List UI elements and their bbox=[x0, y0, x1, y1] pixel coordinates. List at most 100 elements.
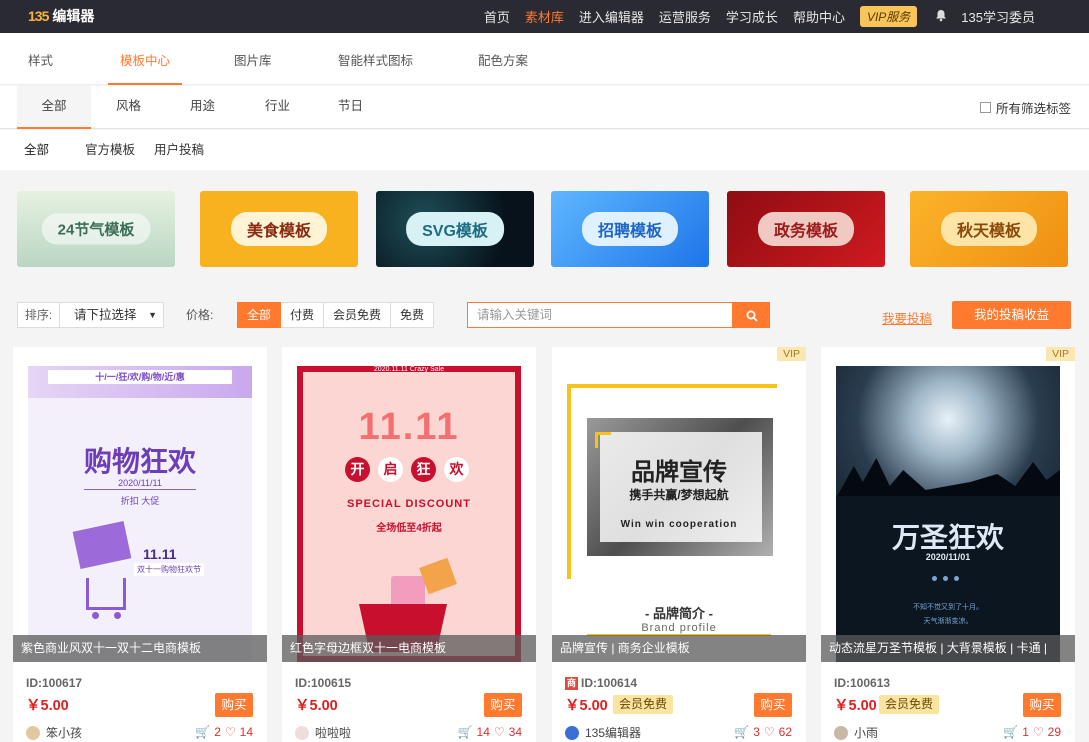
vip-service-button[interactable]: VIP服务 bbox=[859, 6, 918, 27]
tab-color-schemes[interactable]: 配色方案 bbox=[478, 33, 528, 85]
search-button[interactable] bbox=[733, 302, 770, 328]
tab-template-center[interactable]: 模板中心 bbox=[107, 33, 183, 85]
thumb-sub: 折扣 大促 bbox=[120, 496, 160, 506]
thumb-title: 万圣狂欢 bbox=[891, 522, 1004, 553]
nav-operations[interactable]: 运营服务 bbox=[659, 7, 711, 26]
price-all-button[interactable]: 全部 bbox=[237, 302, 282, 328]
vip-tag: VIP bbox=[1046, 347, 1075, 361]
template-price: ￥5.00 bbox=[26, 698, 69, 714]
author-name: 小雨 bbox=[854, 726, 879, 740]
all-filter-tags-checkbox[interactable]: 所有筛选标签 bbox=[979, 98, 1071, 117]
banner-label: 政务模板 bbox=[757, 212, 855, 246]
author[interactable]: 小雨 bbox=[834, 724, 878, 741]
author-name: 135编辑器 bbox=[585, 726, 642, 740]
tab-styles[interactable]: 样式 bbox=[28, 33, 53, 85]
thumb-small2: 天气渐渐变凉。 bbox=[923, 618, 973, 625]
nav-learning[interactable]: 学习成长 bbox=[726, 7, 778, 26]
template-thumbnail[interactable]: 品牌宣传 携手共赢/梦想起航 Win win cooperation - 品牌简… bbox=[567, 366, 791, 662]
tab-official-templates[interactable]: 官方模板 bbox=[85, 130, 135, 170]
author[interactable]: 笨小孩 bbox=[26, 724, 82, 741]
template-thumbnail[interactable]: 2020.11.11 Crazy Sale 11.11 开 启 狂 欢 SPEC… bbox=[297, 366, 521, 662]
price-free-button[interactable]: 免费 bbox=[391, 302, 435, 328]
banner-label: SVG模板 bbox=[406, 212, 504, 246]
banner-food[interactable]: 美食模板 bbox=[200, 191, 358, 267]
author[interactable]: 135编辑器 bbox=[565, 724, 641, 741]
template-thumbnail[interactable]: 十/一/狂/欢/购/物/近/惠 购物狂欢 2020/11/11 折扣 大促 11… bbox=[28, 366, 252, 662]
thumb-en: Win win cooperation bbox=[620, 519, 738, 530]
thumb-small: 不知不觉又到了十月。 bbox=[913, 604, 983, 611]
banner-government[interactable]: 政务模板 bbox=[727, 191, 885, 267]
main-nav: 首页 素材库 进入编辑器 运营服务 学习成长 帮助中心 VIP服务 135学习委… bbox=[484, 0, 1089, 33]
template-thumbnail[interactable]: 万圣狂欢 2020/11/01 不知不觉又到了十月。 天气渐渐变凉。 bbox=[836, 366, 1060, 662]
tab-smart-icons[interactable]: 智能样式图标 bbox=[338, 33, 413, 85]
banner-autumn[interactable]: 秋天模板 bbox=[910, 191, 1068, 267]
sort-dropdown[interactable]: 请下拉选择 ▼ bbox=[60, 302, 164, 328]
template-card[interactable]: VIP 品牌宣传 携手共赢/梦想起航 Win win cooperation -… bbox=[552, 347, 806, 742]
template-id: ID:100615 bbox=[295, 676, 352, 690]
template-id: 商 ID:100614 bbox=[565, 676, 637, 691]
template-grid: 十/一/狂/欢/购/物/近/惠 购物狂欢 2020/11/11 折扣 大促 11… bbox=[0, 347, 1089, 742]
search-input[interactable]: 请输入关键词 bbox=[467, 302, 733, 328]
thumb-promo-sub: 双十一购物狂欢节 bbox=[134, 563, 204, 576]
avatar bbox=[834, 725, 848, 740]
author-name: 笨小孩 bbox=[46, 726, 83, 740]
template-card[interactable]: VIP 万圣狂欢 2020/11/01 不知不觉又到了十月。 天气渐渐变凉。 动… bbox=[821, 347, 1075, 742]
avatar bbox=[565, 725, 579, 740]
buy-button[interactable]: 购买 bbox=[1023, 693, 1061, 717]
buy-button[interactable]: 购买 bbox=[484, 693, 522, 717]
tab-industry[interactable]: 行业 bbox=[265, 86, 290, 129]
top-navbar: 135 编辑器 首页 素材库 进入编辑器 运营服务 学习成长 帮助中心 VIP服… bbox=[0, 0, 1089, 33]
user-name[interactable]: 135学习委员 bbox=[961, 7, 1035, 26]
nav-editor[interactable]: 进入编辑器 bbox=[579, 7, 644, 26]
tab-festival[interactable]: 节日 bbox=[338, 86, 363, 129]
thumb-title: 品牌宣传 bbox=[631, 459, 727, 486]
avatar bbox=[295, 725, 309, 740]
nav-help[interactable]: 帮助中心 bbox=[793, 7, 845, 26]
thumb-sub: SPECIAL DISCOUNT bbox=[347, 498, 471, 510]
filter-toolbar: 排序: 请下拉选择 ▼ 价格: 全部 付费 会员免费 免费 请输入关键词 我要投… bbox=[0, 300, 1089, 330]
price-member-free-button[interactable]: 会员免费 bbox=[324, 302, 392, 328]
banner-solar-terms[interactable]: 24节气模板 bbox=[17, 191, 175, 267]
price-label: 价格: bbox=[186, 308, 214, 322]
banner-label: 秋天模板 bbox=[940, 212, 1038, 246]
template-price: ￥5.00 bbox=[834, 698, 877, 714]
author[interactable]: 啦啦啦 bbox=[295, 724, 351, 741]
thumb-char: 启 bbox=[378, 457, 403, 482]
buy-button[interactable]: 购买 bbox=[754, 693, 792, 717]
price-paid-button[interactable]: 付费 bbox=[281, 302, 325, 328]
buy-button[interactable]: 购买 bbox=[215, 693, 253, 717]
member-free-tag: 会员免费 bbox=[613, 695, 674, 714]
thumb-title: 购物狂欢 bbox=[83, 446, 196, 477]
banner-label: 招聘模板 bbox=[581, 212, 679, 246]
banner-svg[interactable]: SVG模板 bbox=[376, 191, 534, 267]
tab-source-all[interactable]: 全部 bbox=[24, 130, 49, 170]
bell-icon[interactable] bbox=[935, 9, 947, 25]
vip-tag: VIP bbox=[777, 347, 806, 361]
contribute-link[interactable]: 我要投稿 bbox=[882, 308, 932, 327]
template-id: ID:100617 bbox=[26, 676, 83, 690]
thumb-char: 开 bbox=[345, 457, 370, 482]
thumb-title: 11.11 bbox=[358, 406, 460, 448]
template-id: ID:100613 bbox=[834, 676, 891, 690]
tab-usage[interactable]: 用途 bbox=[190, 86, 215, 129]
tab-all[interactable]: 全部 bbox=[17, 86, 91, 129]
checkbox[interactable] bbox=[979, 102, 991, 113]
template-price: ￥5.00 bbox=[295, 698, 338, 714]
nav-materials[interactable]: 素材库 bbox=[525, 7, 564, 26]
tab-user-submissions[interactable]: 用户投稿 bbox=[154, 130, 204, 170]
all-filter-tags-label: 所有筛选标签 bbox=[995, 102, 1071, 116]
my-earnings-button[interactable]: 我的投稿收益 bbox=[952, 301, 1071, 329]
thumb-banner: 十/一/狂/欢/购/物/近/惠 bbox=[48, 370, 232, 384]
tab-style[interactable]: 风格 bbox=[116, 86, 141, 129]
logo-mark: 135 bbox=[28, 8, 49, 24]
template-card[interactable]: 2020.11.11 Crazy Sale 11.11 开 启 狂 欢 SPEC… bbox=[282, 347, 536, 742]
banner-recruitment[interactable]: 招聘模板 bbox=[551, 191, 709, 267]
thumb-foot-en: Brand profile bbox=[641, 622, 717, 634]
sort-value: 请下拉选择 bbox=[74, 308, 137, 322]
filter-tabs: 全部 风格 用途 行业 节日 所有筛选标签 bbox=[0, 86, 1089, 129]
tab-image-library[interactable]: 图片库 bbox=[234, 33, 272, 85]
nav-home[interactable]: 首页 bbox=[484, 7, 510, 26]
template-card[interactable]: 十/一/狂/欢/购/物/近/惠 购物狂欢 2020/11/11 折扣 大促 11… bbox=[13, 347, 267, 742]
logo[interactable]: 135 编辑器 bbox=[28, 6, 94, 26]
template-title: 红色字母边框双十一电商模板 bbox=[282, 635, 536, 662]
